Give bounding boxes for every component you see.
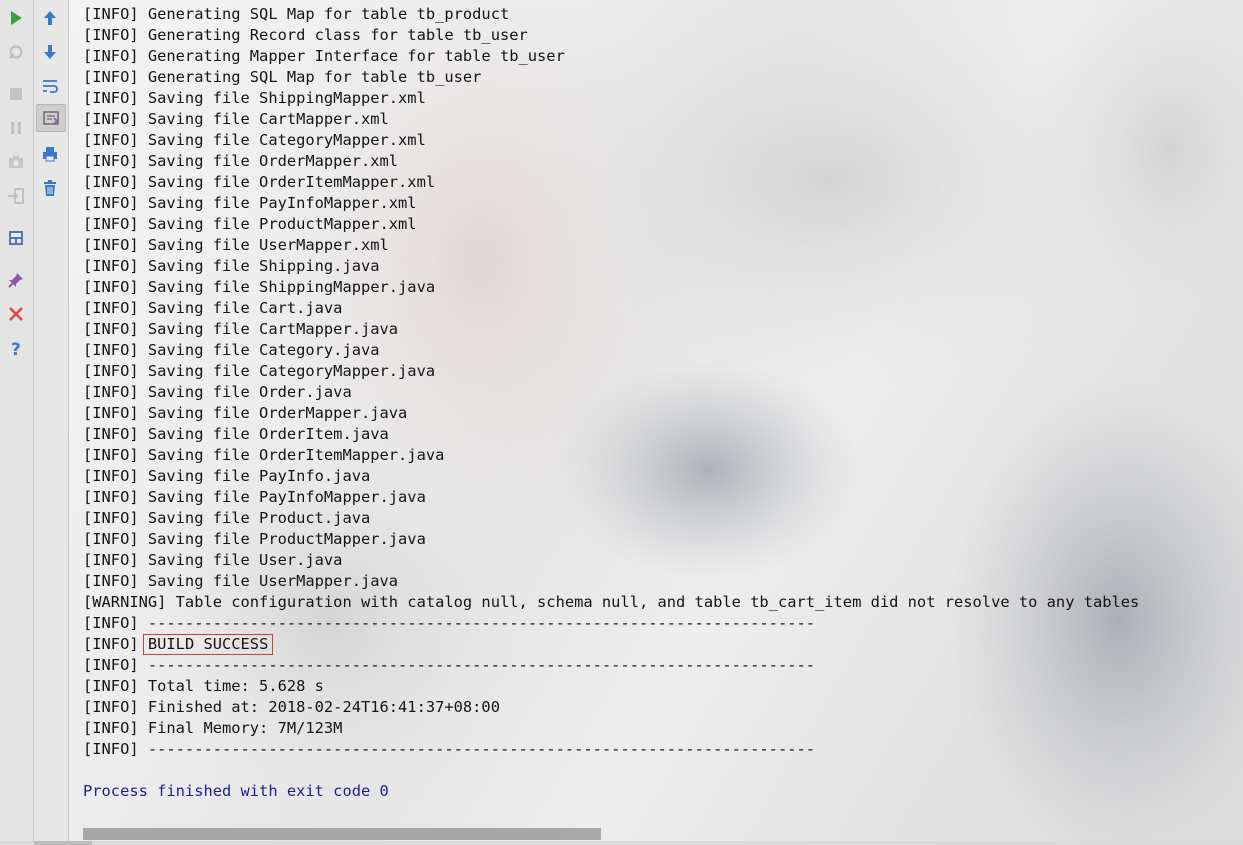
- log-line: [INFO] Generating SQL Map for table tb_u…: [83, 68, 482, 86]
- console-output[interactable]: [INFO] Generating SQL Map for table tb_p…: [69, 0, 1243, 845]
- log-line: [INFO] Generating Mapper Interface for t…: [83, 47, 565, 65]
- log-summary-line: [INFO] ---------------------------------…: [83, 740, 816, 758]
- scroll-up-icon[interactable]: [38, 6, 62, 30]
- restore-layout-icon[interactable]: [4, 226, 28, 250]
- log-line: [INFO] Saving file ShippingMapper.java: [83, 278, 436, 296]
- build-success-label: BUILD SUCCESS: [142, 634, 274, 655]
- run-toolbar: ?: [0, 0, 34, 845]
- pin-icon[interactable]: [4, 268, 28, 292]
- log-line: [INFO] Saving file ProductMapper.xml: [83, 215, 417, 233]
- log-line: [INFO] Saving file OrderMapper.java: [83, 404, 408, 422]
- log-line: [INFO] Saving file PayInfoMapper.java: [83, 488, 426, 506]
- log-line: [INFO] Saving file Shipping.java: [83, 257, 380, 275]
- log-line: [INFO] Saving file ShippingMapper.xml: [83, 89, 426, 107]
- dump-threads-icon[interactable]: [4, 150, 28, 174]
- log-line: [INFO] Saving file Order.java: [83, 383, 352, 401]
- build-status-line: [INFO] BUILD SUCCESS: [83, 634, 1139, 655]
- rerun-icon[interactable]: [4, 40, 28, 64]
- horizontal-scrollbar[interactable]: [83, 828, 601, 840]
- log-line: [INFO] Saving file PayInfo.java: [83, 467, 371, 485]
- bottom-border: [0, 841, 1243, 845]
- log-line: [INFO] Saving file User.java: [83, 551, 343, 569]
- log-line: [INFO] Saving file OrderItemMapper.xml: [83, 173, 436, 191]
- log-line: [INFO] Saving file OrderItemMapper.java: [83, 446, 445, 464]
- log-line: [INFO] Saving file CategoryMapper.java: [83, 362, 436, 380]
- log-summary-line: [INFO] Finished at: 2018-02-24T16:41:37+…: [83, 698, 500, 716]
- console-toolbar: [34, 0, 69, 845]
- run-icon[interactable]: [4, 6, 28, 30]
- log-lines: [INFO] Generating SQL Map for table tb_p…: [83, 4, 1139, 802]
- log-line: [INFO] Saving file UserMapper.java: [83, 572, 399, 590]
- run-tool-window: ? [INFO] Generating SQL Map for table tb…: [0, 0, 1243, 845]
- bottom-border-accent: [34, 841, 92, 845]
- log-line: [INFO] Saving file CartMapper.java: [83, 320, 399, 338]
- log-line: [INFO] Saving file OrderItem.java: [83, 425, 389, 443]
- log-line: [INFO] Saving file UserMapper.xml: [83, 236, 389, 254]
- log-line: [INFO] Generating Record class for table…: [83, 26, 528, 44]
- help-icon[interactable]: ?: [4, 336, 28, 360]
- exit-message: Process finished with exit code 0: [83, 782, 389, 800]
- scroll-down-icon[interactable]: [38, 40, 62, 64]
- print-icon[interactable]: [38, 142, 62, 166]
- clear-all-icon[interactable]: [38, 176, 62, 200]
- log-line: [INFO] Generating SQL Map for table tb_p…: [83, 5, 510, 23]
- log-line: [INFO] ---------------------------------…: [83, 614, 816, 632]
- exit-icon[interactable]: [4, 184, 28, 208]
- log-line: [INFO] Saving file PayInfoMapper.xml: [83, 194, 417, 212]
- log-line: [INFO] Saving file Product.java: [83, 509, 371, 527]
- log-line: [INFO] Saving file ProductMapper.java: [83, 530, 426, 548]
- pause-icon[interactable]: [4, 116, 28, 140]
- log-summary-line: [INFO] Total time: 5.628 s: [83, 677, 324, 695]
- log-line: [INFO] Saving file CategoryMapper.xml: [83, 131, 426, 149]
- close-icon[interactable]: [4, 302, 28, 326]
- log-summary-line: [INFO] Final Memory: 7M/123M: [83, 719, 343, 737]
- log-line: [INFO] Saving file OrderMapper.xml: [83, 152, 399, 170]
- scroll-to-end-icon[interactable]: [36, 104, 66, 132]
- soft-wrap-icon[interactable]: [38, 74, 62, 98]
- log-line: [INFO] Saving file Category.java: [83, 341, 380, 359]
- log-summary-line: [INFO] ---------------------------------…: [83, 656, 816, 674]
- log-line: [INFO] Saving file CartMapper.xml: [83, 110, 389, 128]
- log-warning-line: [WARNING] Table configuration with catal…: [83, 593, 1140, 611]
- svg-text:?: ?: [11, 340, 21, 357]
- stop-icon[interactable]: [4, 82, 28, 106]
- log-prefix: [INFO]: [83, 635, 148, 653]
- log-line: [INFO] Saving file Cart.java: [83, 299, 343, 317]
